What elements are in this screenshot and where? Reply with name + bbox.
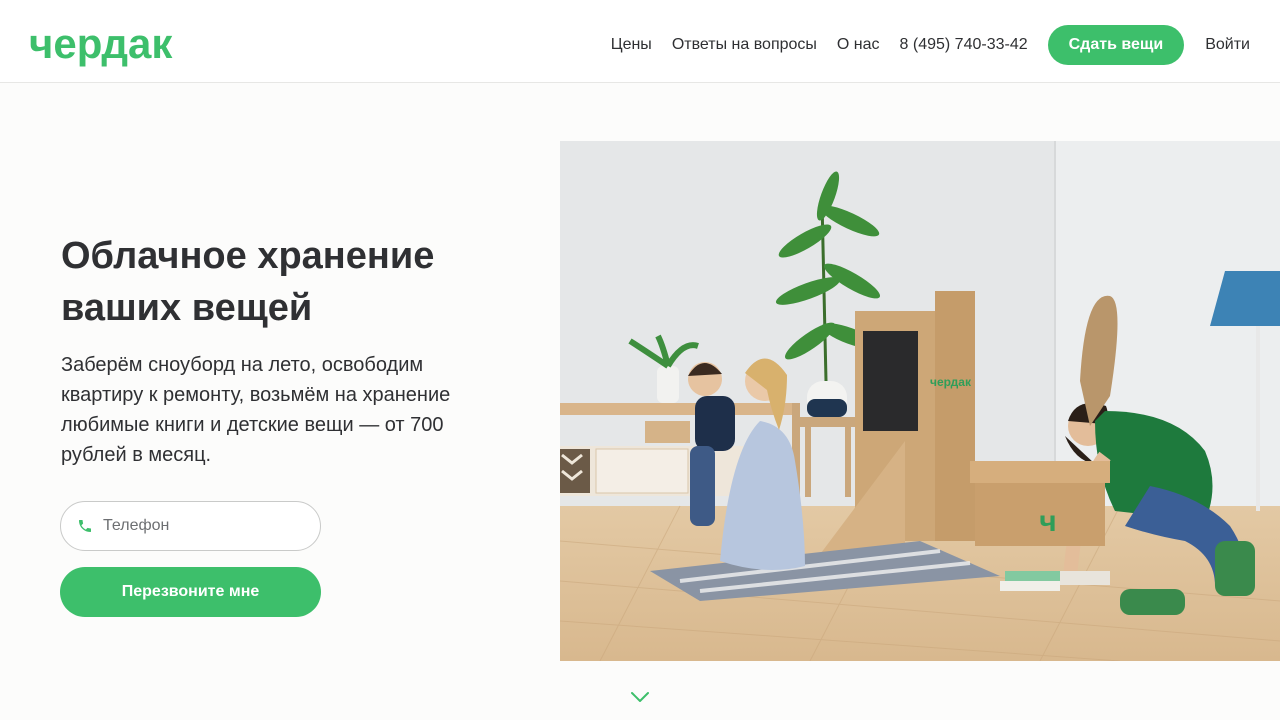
hero-title: Облачное хранение ваших вещей xyxy=(61,235,435,329)
login-link[interactable]: Войти xyxy=(1205,36,1250,54)
nav-link-prices[interactable]: Цены xyxy=(611,36,652,54)
chevron-down-icon[interactable] xyxy=(630,690,650,704)
logo[interactable]: чердак xyxy=(29,20,172,68)
callback-button[interactable]: Перезвоните мне xyxy=(60,567,321,617)
phone-icon xyxy=(76,517,94,535)
site-header: чердак Цены Ответы на вопросы О нас 8 (4… xyxy=(0,0,1280,83)
hero-photo: чердак ч xyxy=(560,141,1280,661)
hero-subtitle: Заберём сноуборд на лето, освободим квар… xyxy=(61,354,451,466)
phone-field[interactable] xyxy=(60,501,321,551)
nav-link-faq[interactable]: Ответы на вопросы xyxy=(672,36,817,54)
box-logo-text: чердак xyxy=(930,375,972,389)
nav-link-about[interactable]: О нас xyxy=(837,36,880,54)
give-items-button[interactable]: Сдать вещи xyxy=(1047,25,1185,65)
nav-link-phone[interactable]: 8 (495) 740-33-42 xyxy=(900,36,1028,54)
svg-text:ч: ч xyxy=(1039,505,1056,538)
main-nav: Цены Ответы на вопросы О нас 8 (495) 740… xyxy=(611,25,1250,65)
phone-input[interactable] xyxy=(103,517,303,535)
